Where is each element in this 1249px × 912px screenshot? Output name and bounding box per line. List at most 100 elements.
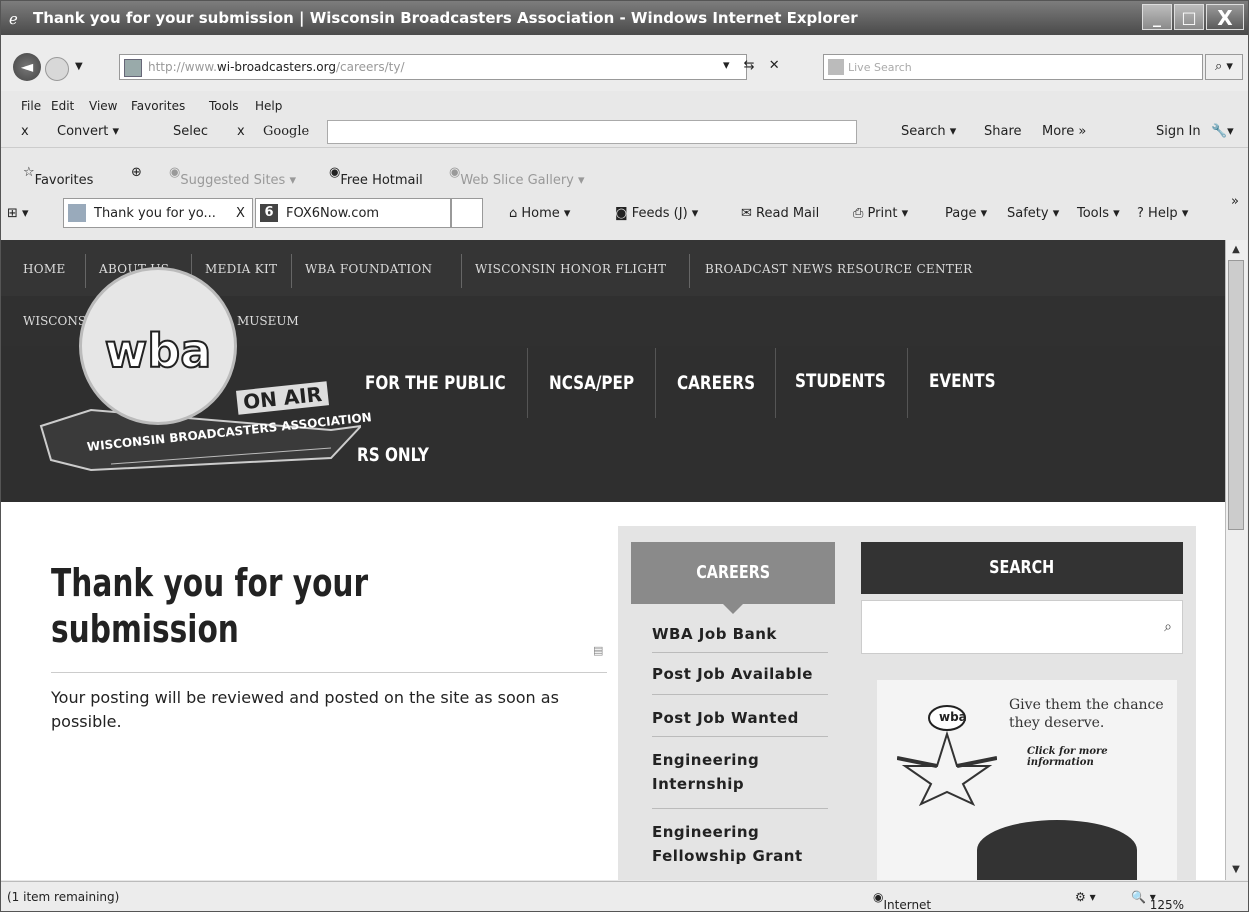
title-bar: ℯ Thank you for your submission | Wiscon… — [1, 1, 1248, 35]
tab-favicon-icon — [68, 204, 86, 222]
page-title: Thank you for your submission — [51, 561, 369, 651]
forward-button[interactable] — [45, 57, 69, 81]
url-text: http://www.wi-broadcasters.org/careers/t… — [148, 60, 405, 74]
ad-photo — [977, 820, 1137, 880]
menu-view[interactable]: View — [89, 99, 117, 113]
careers-heading: CAREERS — [631, 542, 835, 604]
link-engineering-fellowship[interactable]: Engineering Fellowship Grant — [652, 820, 842, 868]
tools-menu-button[interactable]: Tools ▾ — [1077, 206, 1120, 221]
site-search-input[interactable]: ⌕ — [861, 600, 1183, 654]
honor-flight-ad[interactable]: wba Give them the chance they deserve. C… — [877, 680, 1177, 880]
ie-icon: ℯ — [9, 10, 18, 28]
tab-bar: ⊞ ▾ Thank you for yo... X 6 FOX6Now.com … — [1, 194, 1248, 236]
refresh-icon[interactable]: ⇆ — [744, 58, 755, 73]
tab-close-icon[interactable]: X — [236, 206, 245, 221]
address-controls: ▾ ⇆ ✕ — [723, 58, 780, 73]
web-slice-gallery-link[interactable]: ◉ Web Slice Gallery ▾ — [449, 165, 585, 188]
free-hotmail-link[interactable]: ◉ Free Hotmail — [329, 165, 423, 188]
menu-help[interactable]: Help — [255, 99, 282, 113]
link-post-job-wanted[interactable]: Post Job Wanted — [652, 706, 799, 730]
confirmation-message: Your posting will be reviewed and posted… — [51, 688, 559, 731]
favorites-button[interactable]: ☆ Favorites — [23, 165, 93, 188]
tab-thank-you[interactable]: Thank you for yo... X — [63, 198, 253, 228]
scroll-up-icon[interactable]: ▲ — [1228, 242, 1244, 258]
vertical-scrollbar[interactable]: ▲ ▼ — [1225, 240, 1247, 880]
share-button[interactable]: Share — [984, 124, 1022, 139]
minimize-button[interactable]: _ — [1142, 4, 1172, 30]
nav-students[interactable]: STUDENTS — [795, 370, 886, 392]
select-button[interactable]: Selec — [173, 124, 208, 139]
browser-window: ℯ Thank you for your submission | Wiscon… — [0, 0, 1249, 912]
menu-favorites[interactable]: Favorites — [131, 99, 185, 113]
close-button[interactable]: X — [1206, 4, 1244, 30]
print-friendly-icon[interactable]: ▤ — [593, 644, 603, 657]
toolbar-overflow-icon[interactable]: » — [1231, 194, 1239, 209]
security-zone[interactable]: ◉ Internet — [873, 890, 931, 911]
close-toolbar-icon[interactable]: x — [21, 124, 29, 139]
home-button[interactable]: ⌂ Home ▾ — [509, 206, 570, 221]
protected-mode-icon[interactable]: ⚙ ▾ — [1075, 890, 1096, 904]
status-bar: (1 item remaining) ◉ Internet ⚙ ▾ 🔍 125%… — [1, 881, 1248, 911]
live-search-icon — [828, 59, 844, 75]
address-input[interactable]: http://www.wi-broadcasters.org/careers/t… — [119, 54, 747, 80]
history-dropdown-icon[interactable]: ▼ — [75, 61, 83, 72]
close-google-icon[interactable]: x — [237, 124, 245, 139]
menu-tools[interactable]: Tools — [209, 99, 239, 113]
nav-news-resource[interactable]: BROADCAST NEWS RESOURCE CENTER — [705, 262, 973, 276]
google-label: Google — [263, 124, 310, 139]
add-favorites-icon[interactable]: ⊕ — [131, 165, 142, 180]
site-favicon-icon — [124, 59, 142, 77]
nav-members-only[interactable]: RS ONLY — [357, 444, 429, 466]
fox6-icon: 6 — [260, 204, 278, 222]
menu-file[interactable]: File — [21, 99, 41, 113]
nav-for-the-public[interactable]: FOR THE PUBLIC — [365, 372, 506, 394]
nav-ncsa-pep[interactable]: NCSA/PEP — [549, 372, 634, 394]
page-menu-button[interactable]: Page ▾ — [945, 206, 987, 221]
help-menu-button[interactable]: ? Help ▾ — [1137, 206, 1188, 221]
zoom-level[interactable]: 🔍 125% ▾ — [1131, 890, 1184, 911]
ad-headline: Give them the chance they deserve. — [1009, 697, 1164, 731]
ad-logo-text: wba — [939, 710, 967, 724]
title-divider — [51, 672, 607, 673]
maximize-button[interactable]: □ — [1174, 4, 1204, 30]
live-search-input[interactable]: Live Search — [823, 54, 1203, 80]
nav-events[interactable]: EVENTS — [929, 370, 996, 392]
nav-museum[interactable]: MUSEUM — [237, 314, 299, 328]
nav-honor-flight[interactable]: WISCONSIN HONOR FLIGHT — [475, 262, 666, 276]
search-icon[interactable]: ⌕ — [1164, 619, 1172, 635]
wba-logo[interactable]: wba — [79, 267, 237, 425]
link-engineering-internship[interactable]: Engineering Internship — [652, 748, 802, 796]
menu-edit[interactable]: Edit — [51, 99, 74, 113]
status-text: (1 item remaining) — [7, 890, 120, 904]
google-search-input[interactable] — [327, 120, 857, 144]
window-controls: _ □ X — [1142, 4, 1244, 30]
back-button[interactable]: ◄ — [13, 53, 41, 81]
safety-menu-button[interactable]: Safety ▾ — [1007, 206, 1059, 221]
suggested-sites-link[interactable]: ◉ Suggested Sites ▾ — [169, 165, 296, 188]
address-dropdown-icon[interactable]: ▾ — [723, 58, 730, 73]
google-search-button[interactable]: Search ▾ — [901, 124, 956, 139]
more-button[interactable]: More » — [1042, 124, 1086, 139]
scroll-down-icon[interactable]: ▼ — [1228, 862, 1244, 878]
ad-cta[interactable]: Click for more information — [1027, 746, 1177, 768]
read-mail-button[interactable]: ✉ Read Mail — [741, 206, 819, 221]
print-button[interactable]: ⎙ Print ▾ — [853, 206, 908, 221]
link-wba-job-bank[interactable]: WBA Job Bank — [652, 622, 777, 646]
tab-fox6now[interactable]: 6 FOX6Now.com — [255, 198, 451, 228]
sign-in-button[interactable]: Sign In — [1156, 124, 1201, 139]
wrench-icon[interactable]: 🔧▾ — [1211, 124, 1234, 139]
nav-careers[interactable]: CAREERS — [677, 372, 755, 394]
menu-bar: File Edit View Favorites Tools Help — [1, 97, 1248, 117]
nav-wba-foundation[interactable]: WBA FOUNDATION — [305, 262, 432, 276]
nav-home[interactable]: HOME — [23, 262, 66, 276]
stop-icon[interactable]: ✕ — [769, 58, 780, 73]
quick-tabs-icon[interactable]: ⊞ ▾ — [7, 206, 29, 221]
new-tab-button[interactable] — [451, 198, 483, 228]
feeds-button[interactable]: ◙ Feeds (J) ▾ — [615, 206, 698, 221]
search-go-icon[interactable]: ⌕ ▾ — [1205, 54, 1243, 80]
scroll-thumb[interactable] — [1228, 260, 1244, 530]
convert-button[interactable]: Convert ▾ — [57, 124, 119, 139]
nav-media-kit[interactable]: MEDIA KIT — [205, 262, 277, 276]
link-post-job-available[interactable]: Post Job Available — [652, 662, 813, 686]
window-title: Thank you for your submission | Wisconsi… — [33, 9, 858, 27]
